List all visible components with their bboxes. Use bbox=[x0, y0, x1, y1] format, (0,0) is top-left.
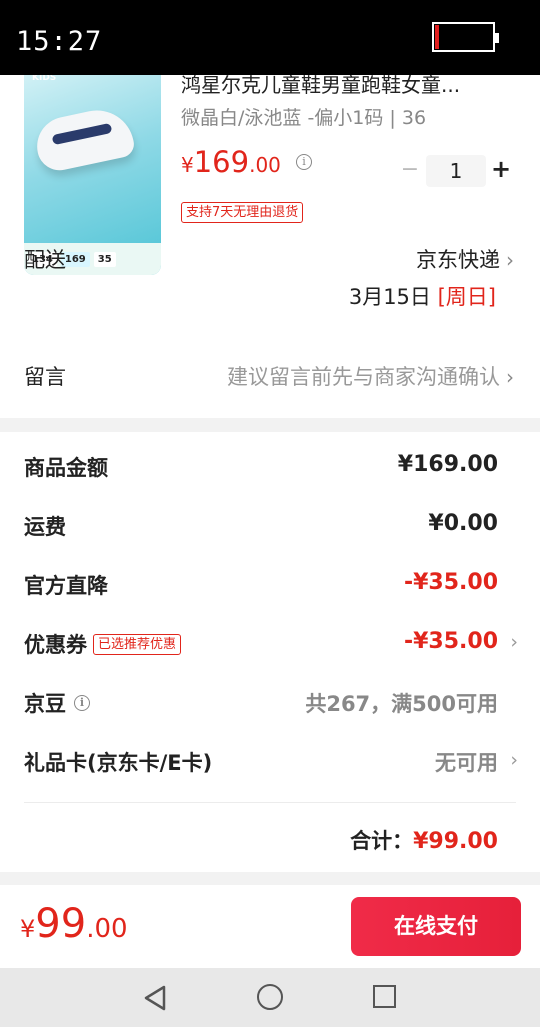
product-image-brand: KIDS bbox=[32, 75, 57, 83]
delivery-date-text: 3月15日 bbox=[348, 285, 431, 309]
divider bbox=[24, 802, 516, 803]
battery-icon bbox=[432, 22, 499, 52]
discount-label: 官方直降 bbox=[24, 574, 108, 598]
chevron-right-icon: › bbox=[510, 749, 518, 771]
return-policy-tag: 支持7天无理由退货 bbox=[181, 202, 304, 223]
giftcard-label: 礼品卡(京东卡/E卡) bbox=[24, 751, 213, 775]
order-item-card: KIDS 134 169 35 鸿星尔克儿童鞋男童跑鞋女童... 微晶白/泳池蓝… bbox=[0, 75, 540, 418]
coupon-label-wrap: 优惠券 已选推荐优惠 bbox=[24, 629, 182, 659]
note-label: 留言 bbox=[24, 365, 66, 389]
quantity-increase-button[interactable]: + bbox=[490, 155, 512, 183]
jingdou-label: 京豆 bbox=[24, 692, 66, 716]
shipping-row: 运费 ¥0.00 bbox=[24, 511, 498, 541]
delivery-method[interactable]: 京东快递 › bbox=[416, 244, 514, 274]
note-field[interactable]: 建议留言前先与商家沟通确认 › bbox=[227, 361, 514, 391]
goods-amount-value: ¥169.00 bbox=[397, 452, 498, 477]
delivery-label: 配送 bbox=[24, 248, 66, 272]
coupon-row[interactable]: 优惠券 已选推荐优惠 -¥35.00 › bbox=[24, 629, 518, 659]
discount-value: -¥35.00 bbox=[403, 570, 498, 595]
giftcard-value: 无可用 bbox=[435, 751, 498, 775]
price-int: 169 bbox=[193, 145, 250, 179]
pay-total: ¥99.00 bbox=[20, 901, 128, 947]
cost-summary-card: 商品金额 ¥169.00 运费 ¥0.00 官方直降 -¥35.00 优惠券 已选… bbox=[0, 432, 540, 872]
jingdou-label-wrap: 京豆 i bbox=[24, 688, 90, 718]
pay-int: 99 bbox=[35, 901, 87, 947]
shipping-value: ¥0.00 bbox=[428, 511, 498, 536]
product-spec[interactable]: 微晶白/泳池蓝 -偏小1码 | 36 bbox=[181, 103, 426, 130]
product-price: ¥169.00 i bbox=[181, 145, 312, 179]
system-nav-bar bbox=[0, 968, 540, 1027]
checkout-bar: ¥99.00 在线支付 bbox=[0, 885, 540, 968]
discount-row: 官方直降 -¥35.00 bbox=[24, 570, 498, 600]
image-badge: 35 bbox=[93, 251, 116, 267]
chevron-right-icon: › bbox=[506, 248, 514, 272]
product-title[interactable]: 鸿星尔克儿童鞋男童跑鞋女童... bbox=[181, 75, 511, 98]
goods-amount-row: 商品金额 ¥169.00 bbox=[24, 452, 498, 482]
coupon-tag: 已选推荐优惠 bbox=[93, 633, 182, 655]
giftcard-row[interactable]: 礼品卡(京东卡/E卡) 无可用 › bbox=[24, 747, 518, 777]
total-value: ¥99.00 bbox=[413, 829, 498, 854]
coupon-label: 优惠券 bbox=[24, 633, 87, 657]
quantity-input[interactable]: 1 bbox=[426, 155, 486, 187]
price-info-icon[interactable]: i bbox=[296, 153, 312, 170]
recent-apps-icon[interactable] bbox=[373, 985, 396, 1008]
status-time: 15:27 bbox=[16, 26, 103, 57]
pay-online-button[interactable]: 在线支付 bbox=[351, 897, 521, 956]
total-label: 合计： bbox=[350, 829, 414, 853]
goods-amount-label: 商品金额 bbox=[24, 456, 108, 480]
status-bar: 15:27 bbox=[0, 0, 540, 75]
delivery-method-text: 京东快递 bbox=[416, 248, 500, 272]
shoe-shape bbox=[31, 103, 137, 175]
coupon-value: -¥35.00 bbox=[403, 629, 498, 654]
jingdou-row: 京豆 i 共267，满500可用 bbox=[24, 688, 498, 718]
shipping-label: 运费 bbox=[24, 515, 66, 539]
jingdou-value: 共267，满500可用 bbox=[305, 692, 498, 716]
order-total: 合计：¥99.00 bbox=[350, 825, 498, 855]
pay-symbol: ¥ bbox=[20, 915, 36, 943]
jingdou-info-icon[interactable]: i bbox=[74, 695, 90, 711]
quantity-decrease-button[interactable]: − bbox=[400, 157, 420, 182]
delivery-date[interactable]: 3月15日 [周日] bbox=[349, 281, 496, 311]
price-dec: .00 bbox=[249, 153, 281, 177]
delivery-weekday: [周日] bbox=[437, 285, 496, 309]
home-icon[interactable] bbox=[257, 984, 283, 1010]
pay-dec: .00 bbox=[86, 914, 128, 944]
chevron-right-icon: › bbox=[506, 365, 514, 389]
price-symbol: ¥ bbox=[181, 153, 194, 177]
note-hint-text: 建议留言前先与商家沟通确认 bbox=[227, 365, 500, 389]
back-icon[interactable] bbox=[143, 985, 167, 1011]
chevron-right-icon: › bbox=[510, 631, 518, 653]
